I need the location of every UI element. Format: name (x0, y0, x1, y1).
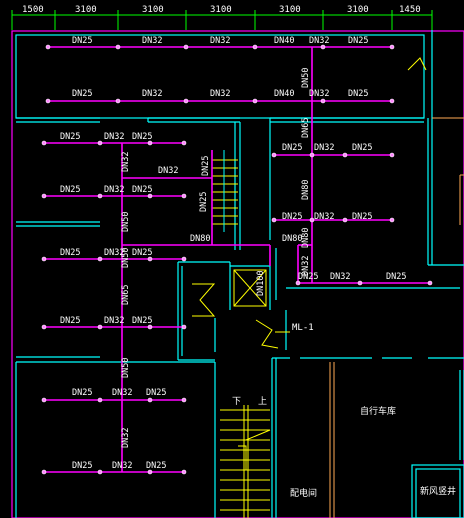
label-right1-3: DN25 (352, 143, 372, 153)
label-right2-1: DN25 (282, 212, 302, 222)
label-r1-1: DN25 (72, 36, 92, 46)
label-right2-3: DN25 (352, 212, 372, 222)
dim-label-2: 3100 (75, 5, 97, 15)
label-r5-3: DN25 (132, 248, 152, 258)
label-r6-3: DN25 (132, 316, 152, 326)
label-right1-1: DN25 (282, 143, 302, 153)
riser-left-4: DN65 (121, 285, 131, 305)
riser-left-5: DN50 (121, 358, 131, 378)
riser-left-1: DN32 (121, 152, 131, 172)
label-r8-3: DN25 (146, 461, 166, 471)
label-r4-1: DN25 (60, 185, 80, 195)
marker-label: ML-1 (292, 323, 314, 333)
room-labels: 下 上 自行车库 配电间 新风竖井 ML-1 (232, 323, 456, 499)
riser-small-3: DN100 (256, 270, 266, 296)
riser-mid-1: DN50 (301, 68, 311, 88)
label-r6-2: DN32 (104, 316, 124, 326)
room-b-label: 新风竖井 (420, 485, 456, 497)
riser-left-2: DN50 (121, 212, 131, 232)
label-horiz-a: DN32 (158, 166, 178, 176)
label-r1-6: DN25 (348, 36, 368, 46)
riser-small-2: DN25 (199, 192, 209, 212)
dim-label-1: 1500 (22, 5, 44, 15)
label-r8-2: DN32 (112, 461, 132, 471)
label-r3-2: DN32 (104, 132, 124, 142)
floor-plan: 1500 3100 3100 3100 3100 3100 1450 DN25 … (11, 5, 464, 518)
riser-mid-4: DN80 (301, 228, 311, 248)
label-r4-2: DN32 (104, 185, 124, 195)
label-r1-2: DN32 (142, 36, 162, 46)
riser-small-1: DN25 (201, 156, 211, 176)
label-r8-1: DN25 (72, 461, 92, 471)
dim-label-5: 3100 (279, 5, 301, 15)
dim-label-6: 3100 (347, 5, 369, 15)
label-right2-2: DN32 (314, 212, 334, 222)
label-r1-4: DN40 (274, 36, 294, 46)
label-r3-1: DN25 (60, 132, 80, 142)
dim-label-4: 3100 (210, 5, 232, 15)
label-r3-3: DN25 (132, 132, 152, 142)
label-r2-2: DN32 (142, 89, 162, 99)
stair-down-label: 下 (232, 397, 241, 407)
label-right3-3: DN25 (386, 272, 406, 282)
stair-up-label: 上 (258, 396, 267, 407)
label-right1-2: DN32 (314, 143, 334, 153)
label-right3-2: DN32 (330, 272, 350, 282)
label-r6-1: DN25 (60, 316, 80, 326)
room-a-label: 配电间 (290, 487, 317, 499)
label-r5-1: DN25 (60, 248, 80, 258)
dim-label-7: 1450 (399, 5, 421, 15)
label-r1-3: DN32 (210, 36, 230, 46)
label-r4-3: DN25 (132, 185, 152, 195)
riser-left-3: DN50 (121, 248, 131, 268)
riser-mid-5: DN32 (301, 256, 311, 276)
label-r2-6: DN25 (348, 89, 368, 99)
riser-mid-2: DN65 (301, 118, 311, 138)
riser-left-6: DN32 (121, 428, 131, 448)
label-r1-5: DN32 (309, 36, 329, 46)
label-r2-1: DN25 (72, 89, 92, 99)
label-r7-1: DN25 (72, 388, 92, 398)
dim-label-3: 3100 (142, 5, 164, 15)
label-r2-3: DN32 (210, 89, 230, 99)
label-horiz-b: DN80 (190, 234, 210, 244)
label-horiz-c: DN80 (282, 234, 302, 244)
label-r7-3: DN25 (146, 388, 166, 398)
label-r2-5: DN32 (309, 89, 329, 99)
bike-room-label: 自行车库 (360, 405, 396, 417)
riser-mid-3: DN80 (301, 180, 311, 200)
label-r2-4: DN40 (274, 89, 294, 99)
dimension-labels: 1500 3100 3100 3100 3100 3100 1450 (22, 5, 421, 15)
label-r7-2: DN32 (112, 388, 132, 398)
